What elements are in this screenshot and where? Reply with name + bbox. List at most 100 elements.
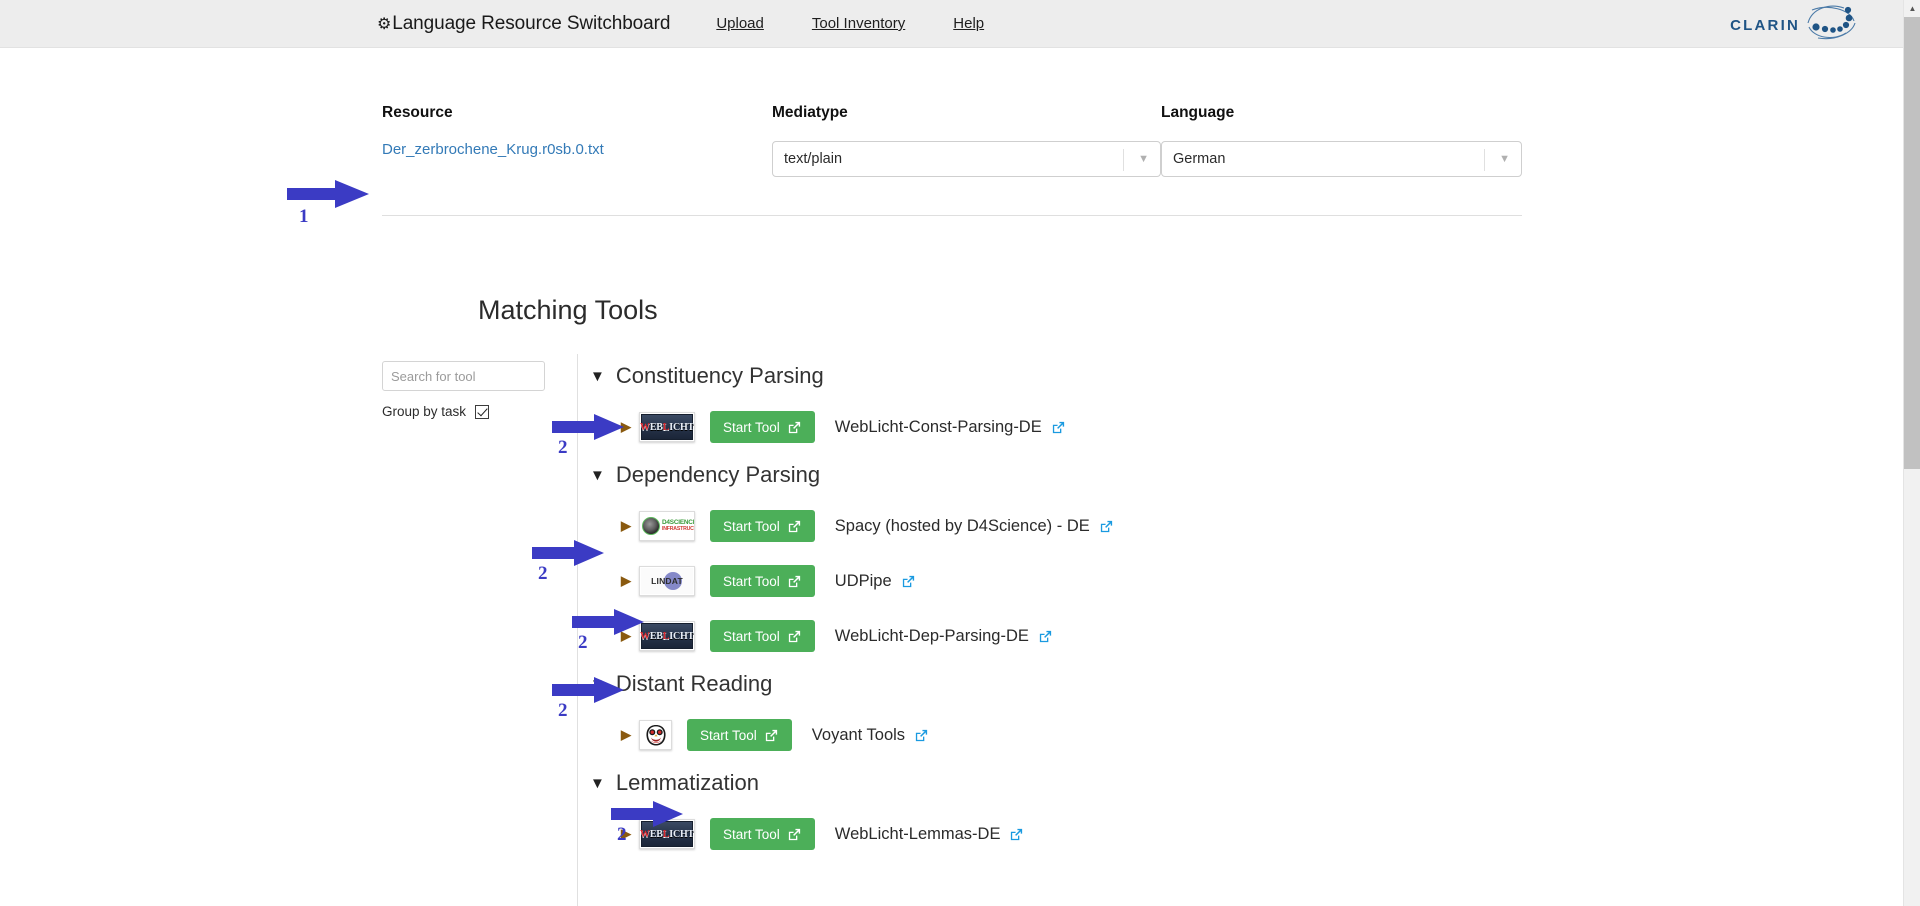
tool-logo-weblicht[interactable]: WEBLICHT [639,412,695,442]
d4science-logo-icon: D4SCIENCEINFRASTRUCTURE [641,513,693,539]
vertical-scrollbar[interactable]: ▲ [1903,0,1920,906]
language-value: German [1173,151,1225,167]
chevron-down-icon[interactable]: ▼ [590,776,605,791]
nav-link-tool-inventory[interactable]: Tool Inventory [812,15,905,32]
tool-logo-lindat[interactable]: LINDAT [639,566,695,596]
external-link-icon[interactable] [787,420,802,435]
tool-name: UDPipe [835,572,916,591]
page-title: Matching Tools [478,295,658,326]
external-link-icon[interactable] [901,574,916,589]
task-group-header[interactable]: ▼ Dependency Parsing [590,453,1690,497]
start-tool-label: Start Tool [723,574,780,589]
tool-name: Spacy (hosted by D4Science) - DE [835,517,1114,536]
weblicht-logo-icon: WEBLICHT [641,821,693,847]
search-input[interactable] [382,361,545,391]
tool-name-label: WebLicht-Lemmas-DE [835,825,1001,844]
start-tool-button[interactable]: Start Tool [687,719,792,751]
tool-logo-weblicht[interactable]: WEBLICHT [639,621,695,651]
weblicht-logo-icon: WEBLICHT [641,623,693,649]
resource-link[interactable]: Der_zerbrochene_Krug.r0sb.0.txt [382,141,772,158]
app-title: Language Resource Switchboard [392,13,670,35]
task-group-header[interactable]: ▼ Constituency Parsing [590,354,1690,398]
tool-row: ▶ D4SCIENCEINFRASTRUCTURE Start Tool Spacy … [621,500,1690,552]
task-group-name: Dependency Parsing [616,462,820,488]
start-tool-label: Start Tool [723,420,780,435]
chevron-down-icon[interactable]: ▼ [590,369,605,384]
task-group-name: Constituency Parsing [616,363,824,389]
task-group-header[interactable]: ▼Lemmatization [590,761,1690,805]
tool-name: Voyant Tools [812,726,929,745]
chevron-right-icon[interactable]: ▶ [621,727,631,743]
external-link-icon[interactable] [787,519,802,534]
external-link-icon[interactable] [787,827,802,842]
panel-divider [577,354,578,906]
chevron-up-icon[interactable]: ▲ [1904,0,1920,17]
resource-label: Resource [382,104,772,122]
clarin-logo-mark [1806,5,1858,46]
start-tool-button[interactable]: Start Tool [710,565,815,597]
tool-row: ▶ Start Tool Voyant Tools [621,709,1690,761]
tool-name-label: WebLicht-Dep-Parsing-DE [835,627,1029,646]
tool-name-label: Spacy (hosted by D4Science) - DE [835,517,1090,536]
mediatype-column: Mediatype text/plain ▼ [772,104,1161,177]
external-link-icon[interactable] [1009,827,1024,842]
tool-row: ▶ LINDAT Start Tool UDPipe [621,555,1690,607]
task-group: ▼Lemmatization ▶ WEBLICHT Start Tool WebLich… [590,761,1690,860]
mediatype-label: Mediatype [772,104,1161,122]
task-group-name: Distant Reading [616,671,773,697]
mediatype-value: text/plain [784,151,842,167]
group-by-task-label: Group by task [382,404,466,419]
clarin-logo[interactable]: CLARIN [1730,5,1858,46]
tool-name-label: UDPipe [835,572,892,591]
language-select[interactable]: German ▼ [1161,141,1522,177]
tool-logo-weblicht[interactable]: WEBLICHT [639,819,695,849]
nav-link-upload[interactable]: Upload [716,15,764,32]
external-link-icon[interactable] [914,728,929,743]
external-link-icon[interactable] [764,728,779,743]
tool-logo-voyant[interactable] [639,720,672,750]
app-brand[interactable]: ⚙ Language Resource Switchboard [377,13,670,35]
chevron-down-icon[interactable]: ▼ [590,677,605,692]
tool-name-label: Voyant Tools [812,726,905,745]
select-divider [1484,149,1485,171]
chevron-right-icon[interactable]: ▶ [621,573,631,589]
clarin-logo-text: CLARIN [1730,17,1800,34]
external-link-icon[interactable] [1038,629,1053,644]
chevron-right-icon[interactable]: ▶ [621,419,631,435]
chevron-right-icon[interactable]: ▶ [621,826,631,842]
task-group-header[interactable]: ▼ Distant Reading [590,662,1690,706]
chevron-right-icon[interactable]: ▶ [621,518,631,534]
weblicht-logo-icon: WEBLICHT [641,414,693,440]
annotation-number-1: 1 [299,206,309,228]
start-tool-label: Start Tool [723,827,780,842]
chevron-down-icon[interactable]: ▼ [590,468,605,483]
chevron-down-icon[interactable]: ▼ [1138,153,1149,165]
start-tool-button[interactable]: Start Tool [710,620,815,652]
scrollbar-thumb[interactable] [1904,17,1920,469]
chevron-right-icon[interactable]: ▶ [621,628,631,644]
chevron-down-icon[interactable]: ▼ [1499,153,1510,165]
tool-logo-d4science[interactable]: D4SCIENCEINFRASTRUCTURE [639,511,695,541]
start-tool-button[interactable]: Start Tool [710,510,815,542]
annotation-number-2b: 2 [538,563,548,585]
task-group: ▼ Dependency Parsing ▶ D4SCIENCEINFRASTRUCT… [590,453,1690,662]
external-link-icon[interactable] [787,574,802,589]
external-link-icon[interactable] [1099,519,1114,534]
start-tool-button[interactable]: Start Tool [710,411,815,443]
external-link-icon[interactable] [1051,420,1066,435]
language-column: Language German ▼ [1161,104,1522,177]
external-link-icon[interactable] [787,629,802,644]
nav-link-help[interactable]: Help [953,15,984,32]
mediatype-select[interactable]: text/plain ▼ [772,141,1161,177]
start-tool-label: Start Tool [723,519,780,534]
owl-icon [643,722,669,748]
start-tool-button[interactable]: Start Tool [710,818,815,850]
group-by-task-checkbox[interactable] [475,405,489,419]
group-by-task-row[interactable]: Group by task [382,404,545,419]
language-label: Language [1161,104,1522,122]
tool-name-label: WebLicht-Const-Parsing-DE [835,418,1042,437]
annotation-number-2c: 2 [578,632,588,654]
tool-name: WebLicht-Lemmas-DE [835,825,1025,844]
task-group: ▼ Distant Reading ▶ Start Tool Voyant Tools [590,662,1690,761]
gear-icon: ⚙ [377,14,391,34]
